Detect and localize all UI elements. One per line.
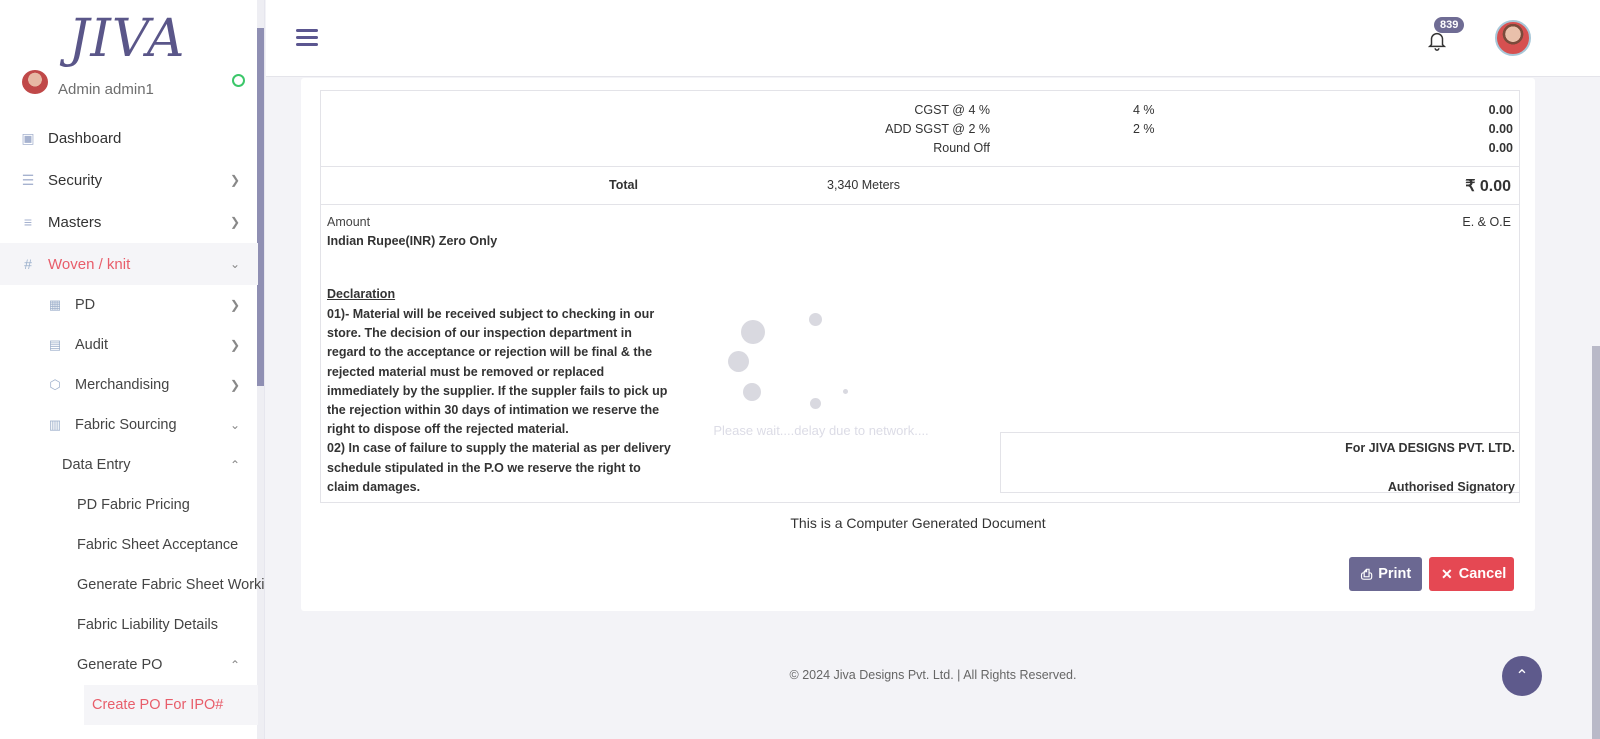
user-panel: Admin admin1 [20, 70, 245, 98]
box-icon: ⬡ [49, 377, 61, 392]
speed-icon: ≡ [23, 214, 33, 230]
sidebar-item-fabric-sourcing[interactable]: ▥ Fabric Sourcing ⌄ [0, 405, 258, 445]
chevron-right-icon: ❯ [229, 215, 240, 229]
amount-label: Amount [327, 215, 371, 229]
sidebar-item-audit[interactable]: ▤ Audit ❯ [0, 325, 258, 365]
tax-row: CGST @ 4 % 4 % 0.00 [321, 103, 1521, 121]
sidebar-item-label: Audit [75, 337, 109, 353]
hash-icon: # [24, 256, 32, 272]
tax-label: ADD SGST @ 2 % [885, 122, 990, 136]
sidebar-item-create-po[interactable]: Create PO For IPO# [84, 685, 258, 725]
print-button[interactable]: ⎙ Print [1349, 557, 1422, 591]
tax-label: CGST @ 4 % [914, 103, 990, 117]
sidebar-item-label: Masters [48, 213, 102, 231]
po-document-card: CGST @ 4 % 4 % 0.00 ADD SGST @ 2 % 2 % 0… [301, 78, 1535, 611]
tax-amount: 0.00 [1488, 103, 1513, 117]
sidebar-item-generate-po[interactable]: Generate PO ⌃ [0, 645, 258, 685]
amount-in-words: Indian Rupee(INR) Zero Only [327, 234, 498, 248]
sidebar-nav: ▣ Dashboard ☰ Security ❯ ≡ Masters ❯ # W… [0, 117, 264, 725]
sidebar-item-data-entry[interactable]: Data Entry ⌃ [0, 445, 258, 485]
sidebar-item-fabric-liability-details[interactable]: Fabric Liability Details [0, 605, 258, 645]
loader-dot [743, 383, 761, 401]
loader-dot [809, 313, 822, 326]
footer-copyright: © 2024 Jiva Designs Pvt. Ltd. | All Righ… [789, 668, 1077, 682]
loading-overlay: Please wait....delay due to network.... [701, 303, 941, 438]
sidebar-item-label: Merchandising [75, 377, 170, 393]
brand-logo[interactable]: JIVA [0, 0, 264, 78]
chevron-right-icon: ❯ [229, 378, 240, 392]
chevron-right-icon: ❯ [229, 338, 240, 352]
online-status-icon [232, 74, 245, 87]
chevron-down-icon: ⌄ [229, 257, 240, 271]
print-button-label: Print [1378, 566, 1412, 582]
total-row: Total 3,340 Meters ₹ 0.00 [320, 166, 1520, 205]
sidebar-item-security[interactable]: ☰ Security ❯ [0, 159, 258, 201]
notification-count-badge: 839 [1434, 17, 1465, 33]
sidebar-item-label: Security [48, 171, 103, 189]
sidebar-item-label: Generate PO [77, 657, 163, 673]
total-amount: ₹ 0.00 [1465, 178, 1511, 195]
chevron-up-icon: ⌃ [229, 458, 240, 472]
tax-summary: CGST @ 4 % 4 % 0.00 ADD SGST @ 2 % 2 % 0… [320, 90, 1520, 166]
profile-avatar[interactable] [1495, 20, 1531, 56]
sidebar-item-label: Woven / knit [48, 255, 131, 273]
sidebar-item-generate-fabric-sheet-working[interactable]: Generate Fabric Sheet Working [0, 565, 264, 605]
sidebar-item-masters[interactable]: ≡ Masters ❯ [0, 201, 258, 243]
tax-label: Round Off [933, 141, 990, 155]
sidebar-item-merchandising[interactable]: ⬡ Merchandising ❯ [0, 365, 258, 405]
loader-dot [810, 398, 821, 409]
main-content: CGST @ 4 % 4 % 0.00 ADD SGST @ 2 % 2 % 0… [266, 78, 1600, 739]
list-icon: ▤ [48, 337, 62, 352]
tax-row: ADD SGST @ 2 % 2 % 0.00 [321, 122, 1521, 140]
loader-dot [741, 320, 765, 344]
sidebar-item-pd[interactable]: ▦ PD ❯ [0, 285, 258, 325]
loader-dot [728, 351, 749, 372]
table-icon: ▦ [48, 297, 62, 312]
tax-rate: 4 % [1133, 103, 1155, 117]
chevron-up-icon: ⌃ [229, 658, 240, 672]
chevron-right-icon: ❯ [229, 298, 240, 312]
tax-row: Round Off 0.00 [321, 141, 1521, 159]
tax-rate: 2 % [1133, 122, 1155, 136]
sidebar-scrollbar-thumb[interactable] [257, 28, 264, 386]
sidebar-item-dashboard[interactable]: ▣ Dashboard [0, 117, 258, 159]
scroll-to-top-button[interactable]: ⌃ [1502, 656, 1542, 696]
for-company: For JIVA DESIGNS PVT. LTD. [1345, 441, 1515, 455]
eoe-label: E. & O.E [1462, 215, 1511, 229]
menu-toggle-icon[interactable] [296, 29, 318, 47]
sidebar-item-label: PD [75, 297, 96, 313]
document-icon: ▥ [48, 417, 62, 432]
tax-amount: 0.00 [1488, 141, 1513, 155]
loader-dot [843, 389, 848, 394]
cancel-button[interactable]: ✕ Cancel [1429, 557, 1514, 591]
chevron-right-icon: ❯ [229, 173, 240, 187]
chevron-up-icon: ⌃ [1515, 668, 1529, 685]
chevron-down-icon: ⌄ [229, 418, 240, 432]
signature-box: For JIVA DESIGNS PVT. LTD. Authorised Si… [1000, 432, 1520, 494]
grid-icon: ▣ [21, 130, 35, 146]
sidebar-item-label: Data Entry [62, 457, 131, 473]
top-header: 839 [266, 0, 1600, 77]
sidebar-item-label: Dashboard [48, 129, 122, 147]
tax-amount: 0.00 [1488, 122, 1513, 136]
total-label: Total [609, 178, 638, 192]
printer-icon: ⎙ [1361, 565, 1373, 582]
declaration-title: Declaration [327, 287, 396, 301]
sliders-icon: ☰ [21, 172, 35, 188]
sidebar: JIVA Admin admin1 ▣ Dashboard ☰ Security… [0, 0, 265, 739]
sidebar-item-fabric-sheet-acceptance[interactable]: Fabric Sheet Acceptance [0, 525, 258, 565]
computer-generated-note: This is a Computer Generated Document [790, 515, 1046, 531]
close-icon: ✕ [1441, 565, 1453, 582]
sidebar-item-woven-knit[interactable]: # Woven / knit ⌄ [0, 243, 258, 285]
sidebar-item-label: Fabric Sourcing [75, 417, 177, 433]
user-name: Admin admin1 [58, 81, 154, 98]
declaration-text: 01)- Material will be received subject t… [327, 307, 671, 494]
authorised-signatory: Authorised Signatory [1387, 480, 1515, 494]
cancel-button-label: Cancel [1458, 566, 1507, 582]
user-avatar [22, 70, 48, 94]
loader-text: Please wait....delay due to network.... [713, 423, 929, 438]
sidebar-item-pd-fabric-pricing[interactable]: PD Fabric Pricing [0, 485, 258, 525]
total-quantity: 3,340 Meters [827, 178, 900, 192]
